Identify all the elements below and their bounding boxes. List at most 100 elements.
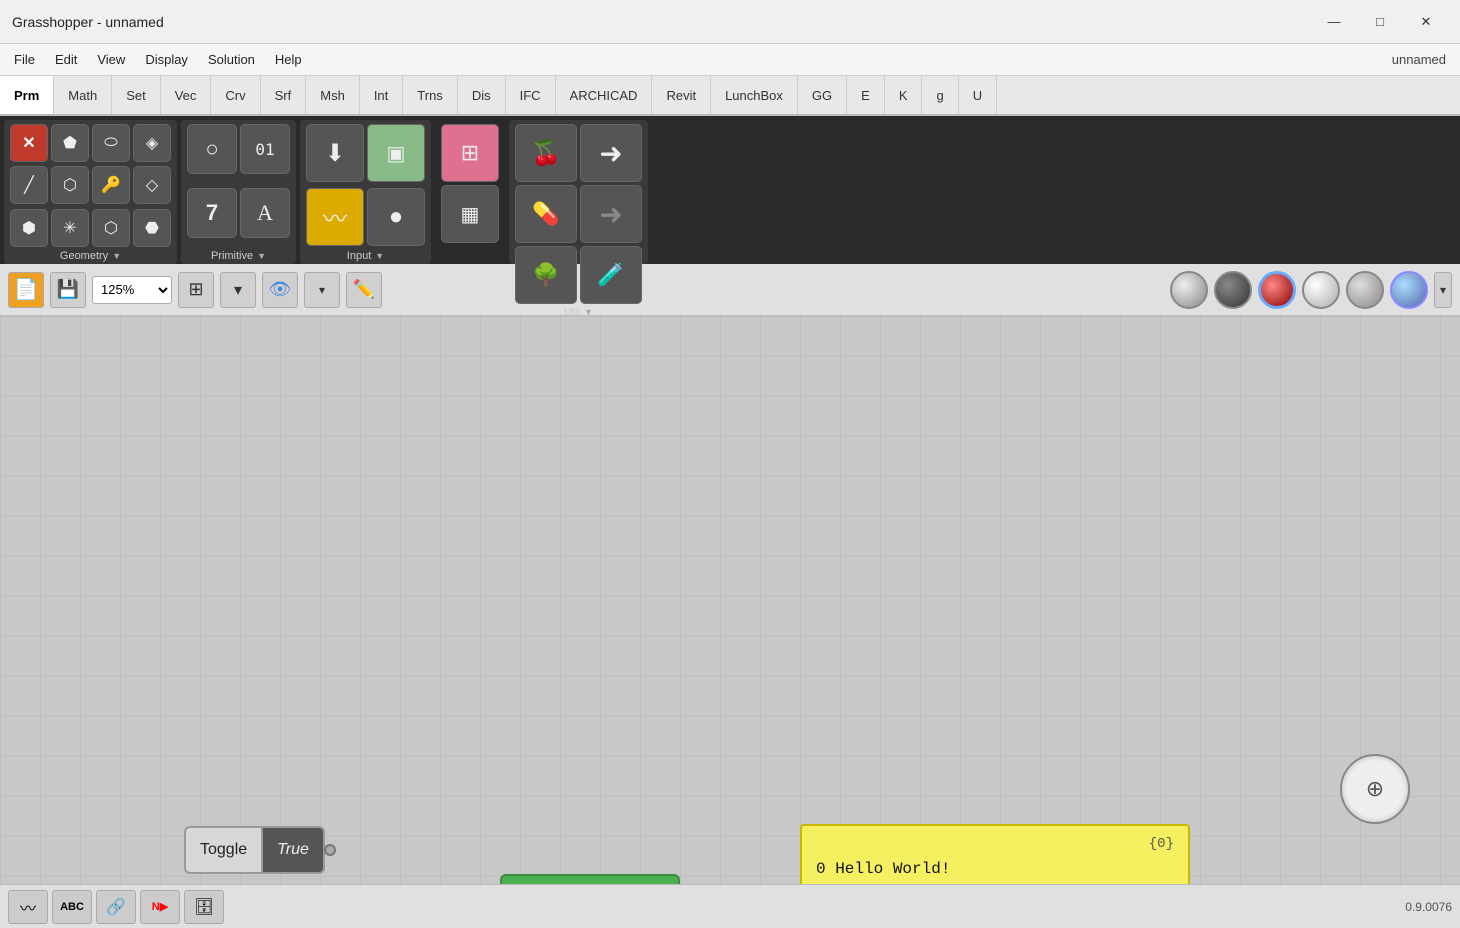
geo-btn-diamond[interactable]: ◈ (133, 124, 171, 162)
tab-k[interactable]: K (885, 76, 923, 114)
tab-e[interactable]: E (847, 76, 885, 114)
primitive-label[interactable]: Primitive ▼ (211, 250, 266, 262)
geo-btn-key[interactable]: 🔑 (92, 166, 130, 204)
prim-btn-7[interactable]: 7 (187, 188, 237, 238)
wire-connections (0, 316, 1460, 716)
tab-g[interactable]: g (922, 76, 958, 114)
tab-set[interactable]: Set (112, 76, 161, 114)
tab-u[interactable]: U (959, 76, 997, 114)
input-btn-circle2[interactable]: ● (367, 188, 425, 246)
tab-crv[interactable]: Crv (211, 76, 260, 114)
tab-srf[interactable]: Srf (261, 76, 307, 114)
menu-help[interactable]: Help (265, 48, 312, 71)
geometry-label[interactable]: Geometry ▼ (60, 250, 121, 262)
geo-btn-oval[interactable]: ⬭ (92, 124, 130, 162)
window-controls: — □ ✕ (1312, 7, 1448, 37)
status-abc-btn[interactable]: ABC (52, 890, 92, 924)
minimize-button[interactable]: — (1312, 7, 1356, 37)
toggle-node[interactable]: Toggle True (184, 826, 336, 874)
primitive-arrow-icon: ▼ (257, 251, 266, 261)
status-link-btn[interactable]: 🔗 (96, 890, 136, 924)
geo-btn-diamond2[interactable]: ◇ (133, 166, 171, 204)
ribbon-group-util: 🍒 ➜ 💊 ➜ 🌳 🧪 Util ▼ (509, 120, 648, 264)
tab-archicad[interactable]: ARCHICAD (556, 76, 653, 114)
tab-math[interactable]: Math (54, 76, 112, 114)
tab-prm[interactable]: Prm (0, 76, 54, 116)
close-button[interactable]: ✕ (1404, 7, 1448, 37)
prim-btn-circle[interactable]: ○ (187, 124, 237, 174)
menu-file[interactable]: File (4, 48, 45, 71)
file-name: unnamed (1382, 48, 1456, 71)
input-arrow-icon: ▼ (375, 251, 384, 261)
geo-btn-slash[interactable]: ╱ (10, 166, 48, 204)
save-button[interactable]: 💾 (50, 272, 86, 308)
fit-view-button[interactable]: ⊞ (178, 272, 214, 308)
tab-revit[interactable]: Revit (652, 76, 711, 114)
new-button[interactable]: 📄 (8, 272, 44, 308)
status-n-btn[interactable]: N▶ (140, 890, 180, 924)
menu-edit[interactable]: Edit (45, 48, 87, 71)
ribbon-group-geometry: ✕ ⬟ ⬭ ◈ ╱ ⬡ 🔑 ◇ ⬢ ✳ ⬡ ⬣ Geometry ▼ (4, 120, 177, 264)
util-btn-cherry[interactable]: 🍒 (515, 124, 577, 182)
statusbar: 〰 ABC 🔗 N▶ 🗄 0.9.0076 (0, 884, 1460, 928)
tab-dis[interactable]: Dis (458, 76, 506, 114)
util-btn-flask[interactable]: 🧪 (580, 246, 642, 304)
python-node[interactable]: x y out a 🐍 (500, 874, 680, 884)
sphere-red-button[interactable] (1258, 271, 1296, 309)
restore-button[interactable]: □ (1358, 7, 1402, 37)
canvas[interactable]: Toggle True x y out a 🐍 {0} 0 He (0, 316, 1460, 884)
geo-btn-hex2[interactable]: ⬡ (92, 209, 130, 247)
prim-btn-A[interactable]: A (240, 188, 290, 238)
input-label[interactable]: Input ▼ (347, 250, 384, 262)
version-label: 0.9.0076 (1405, 900, 1452, 914)
sphere-blue-button[interactable] (1390, 271, 1428, 309)
output-content: 0 Hello World! (816, 860, 1174, 878)
input-btn-wave[interactable]: 〰 (306, 188, 364, 246)
zoom-dropdown[interactable]: 125% 50% 75% 100% 150% 200% (92, 276, 172, 304)
pen-button[interactable]: ✏️ (346, 272, 382, 308)
tab-msh[interactable]: Msh (306, 76, 360, 114)
geometry-arrow-icon: ▼ (112, 251, 121, 261)
python-node-inner: x y out a 🐍 (502, 876, 678, 884)
status-wave-btn[interactable]: 〰 (8, 890, 48, 924)
ribbon: ✕ ⬟ ⬭ ◈ ╱ ⬡ 🔑 ◇ ⬢ ✳ ⬡ ⬣ Geometry ▼ ○ 01 … (0, 116, 1460, 264)
geo-btn-hex1[interactable]: ⬢ (10, 209, 48, 247)
tab-lunchbox[interactable]: LunchBox (711, 76, 798, 114)
tab-vec[interactable]: Vec (161, 76, 212, 114)
geo-btn-star[interactable]: ✳ (51, 209, 89, 247)
prim-btn-01[interactable]: 01 (240, 124, 290, 174)
input-btn-panel[interactable]: ▣ (367, 124, 425, 182)
input-btn-pink[interactable]: ⊞ (441, 124, 499, 182)
geo-btn-hex3[interactable]: ⬣ (133, 209, 171, 247)
input-btn-grid[interactable]: ▦ (441, 185, 499, 243)
tab-int[interactable]: Int (360, 76, 403, 114)
menu-solution[interactable]: Solution (198, 48, 265, 71)
menu-view[interactable]: View (87, 48, 135, 71)
util-btn-arrow-right[interactable]: ➜ (580, 124, 642, 182)
toggle-value: True (263, 826, 325, 874)
tab-gg[interactable]: GG (798, 76, 847, 114)
menubar: File Edit View Display Solution Help unn… (0, 44, 1460, 76)
compass-rose: ⊕ (1340, 754, 1410, 824)
status-db-btn[interactable]: 🗄 (184, 890, 224, 924)
tab-trns[interactable]: Trns (403, 76, 458, 114)
geo-btn-x[interactable]: ✕ (10, 124, 48, 162)
eye-button[interactable]: 👁 (262, 272, 298, 308)
util-btn-arrow-right2[interactable]: ➜ (580, 185, 642, 243)
util-btn-tree[interactable]: 🌳 (515, 246, 577, 304)
input-btn-download[interactable]: ⬇ (306, 124, 364, 182)
tab-ifc[interactable]: IFC (506, 76, 556, 114)
sphere-dropdown[interactable]: ▾ (1434, 272, 1452, 308)
menu-display[interactable]: Display (135, 48, 198, 71)
sphere-white-button[interactable] (1302, 271, 1340, 309)
output-node[interactable]: {0} 0 Hello World! (800, 824, 1190, 884)
toggle-output-port[interactable] (324, 844, 336, 856)
sphere-dark-button[interactable] (1214, 271, 1252, 309)
sphere-half-button[interactable] (1346, 271, 1384, 309)
sphere-gray-button[interactable] (1170, 271, 1208, 309)
view-toggle[interactable]: ▾ (220, 272, 256, 308)
geo-btn-circle[interactable]: ⬟ (51, 124, 89, 162)
eye-dropdown[interactable]: ▾ (304, 272, 340, 308)
geo-btn-arrow[interactable]: ⬡ (51, 166, 89, 204)
util-btn-pill[interactable]: 💊 (515, 185, 577, 243)
